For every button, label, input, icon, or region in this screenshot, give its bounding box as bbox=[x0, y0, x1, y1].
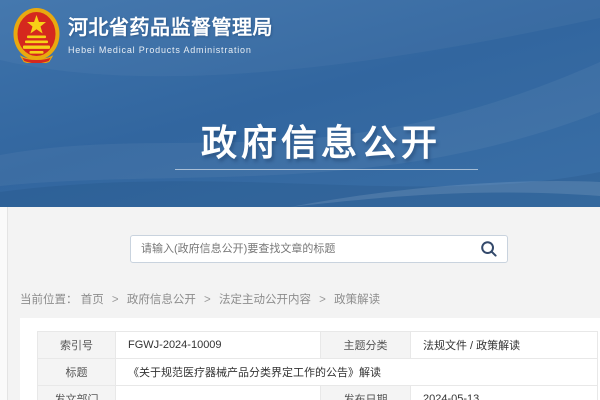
page-edge-strip bbox=[0, 207, 8, 400]
page: 河北省药品监督管理局 Hebei Medical Products Admini… bbox=[0, 0, 600, 400]
search-box bbox=[130, 235, 508, 263]
search-button[interactable] bbox=[479, 240, 499, 260]
field-value-publish-date: 2024-05-13 bbox=[411, 386, 598, 400]
field-value-topic-category: 法规文件 / 政策解读 bbox=[411, 332, 598, 359]
national-emblem-icon bbox=[13, 7, 60, 68]
breadcrumb-item-home[interactable]: 首页 bbox=[81, 294, 104, 306]
field-label-index-no: 索引号 bbox=[38, 332, 116, 359]
site-logo: 河北省药品监督管理局 Hebei Medical Products Admini… bbox=[13, 7, 273, 68]
breadcrumb-separator: > bbox=[319, 294, 326, 306]
content-panel: 索引号 FGWJ-2024-10009 主题分类 法规文件 / 政策解读 标题 … bbox=[20, 318, 600, 400]
org-names: 河北省药品监督管理局 Hebei Medical Products Admini… bbox=[68, 7, 273, 55]
field-label-issuing-dept: 发文部门 bbox=[38, 386, 116, 400]
breadcrumb-prefix: 当前位置： bbox=[20, 294, 78, 306]
site-header: 河北省药品监督管理局 Hebei Medical Products Admini… bbox=[0, 0, 600, 207]
banner-title: 政府信息公开 bbox=[21, 114, 600, 166]
field-value-issuing-dept bbox=[116, 386, 321, 400]
breadcrumb-separator: > bbox=[204, 294, 211, 306]
table-row: 发文部门 发布日期 2024-05-13 bbox=[38, 386, 598, 400]
breadcrumb-item-legal-disclosure[interactable]: 法定主动公开内容 bbox=[219, 294, 311, 306]
org-name-en: Hebei Medical Products Administration bbox=[68, 45, 273, 55]
document-info-table: 索引号 FGWJ-2024-10009 主题分类 法规文件 / 政策解读 标题 … bbox=[37, 331, 598, 400]
field-label-publish-date: 发布日期 bbox=[321, 386, 411, 400]
breadcrumb: 当前位置： 首页 > 政府信息公开 > 法定主动公开内容 > 政策解读 bbox=[20, 291, 380, 307]
field-value-index-no: FGWJ-2024-10009 bbox=[116, 332, 321, 359]
breadcrumb-item-gov-info[interactable]: 政府信息公开 bbox=[127, 294, 196, 306]
table-row: 索引号 FGWJ-2024-10009 主题分类 法规文件 / 政策解读 bbox=[38, 332, 598, 359]
breadcrumb-item-current: 政策解读 bbox=[334, 294, 380, 306]
banner-underline bbox=[175, 169, 478, 170]
content-area: 当前位置： 首页 > 政府信息公开 > 法定主动公开内容 > 政策解读 索引号 … bbox=[0, 207, 600, 400]
breadcrumb-separator: > bbox=[112, 294, 119, 306]
field-label-title: 标题 bbox=[38, 359, 116, 386]
table-row: 标题 《关于规范医疗器械产品分类界定工作的公告》解读 bbox=[38, 359, 598, 386]
org-name-cn: 河北省药品监督管理局 bbox=[68, 11, 273, 40]
field-label-topic-category: 主题分类 bbox=[321, 332, 411, 359]
search-icon bbox=[480, 246, 498, 261]
field-value-title: 《关于规范医疗器械产品分类界定工作的公告》解读 bbox=[116, 359, 598, 386]
search-input[interactable] bbox=[131, 237, 471, 261]
